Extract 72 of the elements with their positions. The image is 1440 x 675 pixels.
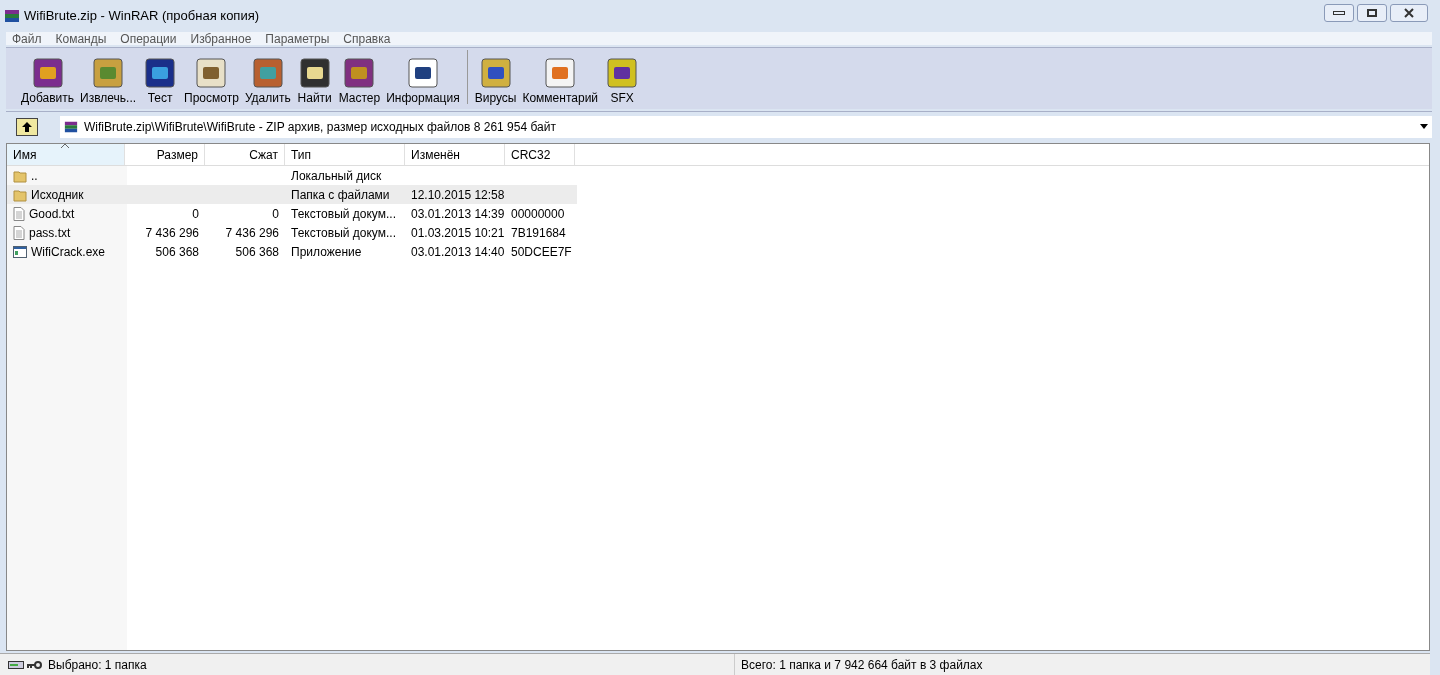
table-cell-text: 7 436 296 <box>225 224 279 242</box>
table-cell-text: Локальный диск <box>291 167 382 185</box>
table-cell-text: 506 368 <box>155 243 199 261</box>
column-header[interactable]: Тип <box>285 144 405 165</box>
menu-item[interactable]: Операции <box>120 29 177 48</box>
folder-icon <box>13 168 27 183</box>
toolbar-button[interactable]: Добавить <box>19 55 77 105</box>
table-cell-text: 03.01.2013 14:40 <box>411 243 505 261</box>
toolbar-button[interactable]: SFX <box>602 55 643 105</box>
table-cell-text: Good.txt <box>29 205 75 223</box>
table-cell-text: Текстовый докум... <box>291 205 396 223</box>
toolbar-button[interactable]: Вирусы <box>472 55 519 105</box>
column-header[interactable]: Изменён <box>405 144 505 165</box>
table-cell-text: 7B191684 <box>511 224 566 242</box>
menu-item[interactable]: Избранное <box>190 29 252 48</box>
toolbar-button[interactable]: Удалить <box>242 55 293 105</box>
column-header[interactable]: Размер <box>125 144 205 165</box>
table-cell-text: Текстовый докум... <box>291 224 396 242</box>
minimize-button[interactable] <box>1324 4 1354 22</box>
key-icon <box>26 659 42 670</box>
table-cell-text: Приложение <box>291 243 362 261</box>
table-cell-text: 12.10.2015 12:58 <box>411 186 505 204</box>
maximize-button[interactable] <box>1357 4 1387 22</box>
toolbar-button[interactable]: Информация <box>384 55 462 105</box>
archive-books-icon <box>64 119 78 134</box>
dropdown-caret-icon[interactable] <box>1420 124 1428 129</box>
application-icon <box>13 245 27 258</box>
table-cell-text: Исходник <box>31 186 84 204</box>
toolbar-button[interactable]: Извлечь... <box>78 55 139 105</box>
toolbar-button[interactable]: Мастер <box>336 55 383 105</box>
document-icon <box>13 225 25 240</box>
up-arrow-icon <box>21 120 33 133</box>
table-cell-text: Папка с файлами <box>291 186 390 204</box>
status-selected: Выбрано: 1 папка <box>48 656 147 674</box>
file-row[interactable]: Good.txt 0 0 Текстовый докум... 03.01.2013 14:39 00000000 <box>7 204 577 223</box>
close-icon <box>1403 8 1415 18</box>
toolbar-button[interactable]: Просмотр <box>182 55 241 105</box>
archive-books-icon <box>4 8 20 24</box>
table-cell-text: 7 436 296 <box>145 224 199 242</box>
table-cell-text: WifiCrack.exe <box>31 243 105 261</box>
status-total: Всего: 1 папка и 7 942 664 байт в 3 файлах <box>740 656 984 674</box>
table-cell-text: .. <box>31 167 38 185</box>
table-cell-text: pass.txt <box>29 224 71 242</box>
column-header[interactable]: Сжат <box>205 144 285 165</box>
address-bar[interactable]: WifiBrute.zip\WifiBrute\WifiBrute - ZIP архив, размер исходных файлов 8 261 954 байт <box>60 115 1432 138</box>
table-cell-text: 00000000 <box>511 205 565 223</box>
toolbar-button[interactable]: Тест <box>140 55 181 105</box>
table-cell-text: 01.03.2015 10:21 <box>411 224 505 242</box>
file-row[interactable]: pass.txt 7 436 296 7 436 296 Текстовый докум... 01.03.2015 10:21 7B191684 <box>7 223 577 242</box>
file-row[interactable]: Исходник Папка с файлами 12.10.2015 12:58 <box>7 185 577 204</box>
address-path: WifiBrute.zip\WifiBrute\WifiBrute - ZIP архив, размер исходных файлов 8 261 954 байт <box>84 118 556 136</box>
table-cell-text: 0 <box>272 205 279 223</box>
column-header[interactable]: CRC32 <box>505 144 575 165</box>
toolbar-button[interactable]: Найти <box>294 55 335 105</box>
table-cell-text: 0 <box>192 205 199 223</box>
drive-icon <box>8 659 24 670</box>
close-button[interactable] <box>1390 4 1428 22</box>
table-cell-text: 03.01.2013 14:39 <box>411 205 505 223</box>
table-cell-text: 506 368 <box>235 243 279 261</box>
window-title: WifiBrute.zip - WinRAR (пробная копия) <box>24 7 260 26</box>
up-folder-button[interactable] <box>16 117 38 136</box>
toolbar-button[interactable]: Комментарий <box>520 55 601 105</box>
menu-item[interactable]: Команды <box>55 29 107 48</box>
menu-item[interactable]: Файл <box>12 29 42 48</box>
document-icon <box>13 206 25 221</box>
menu-item[interactable]: Параметры <box>265 29 330 48</box>
file-row[interactable]: .. Локальный диск <box>7 166 577 185</box>
table-cell-text: 50DCEE7F <box>511 243 572 261</box>
column-header[interactable]: Имя <box>7 144 125 165</box>
file-row[interactable]: WifiCrack.exe 506 368 506 368 Приложение 03.01.2013 14:40 50DCEE7F <box>7 242 577 261</box>
menu-item[interactable]: Справка <box>343 29 391 48</box>
folder-icon <box>13 187 27 202</box>
